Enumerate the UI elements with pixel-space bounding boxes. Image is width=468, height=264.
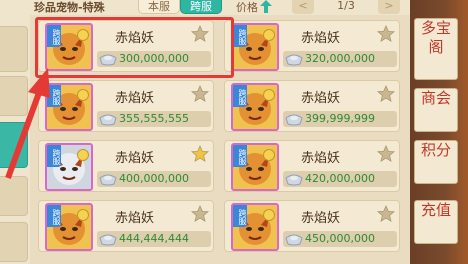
pet-name: 赤焰妖 [115, 211, 155, 226]
silver-ingot-icon [99, 174, 117, 186]
price-bar: 400,000,000 [97, 171, 211, 187]
cross-server-badge: 跨服 [47, 205, 61, 227]
cross-server-badge: 跨服 [233, 145, 247, 167]
cross-server-badge: 跨服 [233, 205, 247, 227]
favorite-star-icon[interactable] [377, 25, 395, 43]
pet-avatar[interactable]: 跨服 [231, 143, 279, 191]
sort-arrow-icon[interactable] [260, 0, 272, 13]
menu-label: 多宝阁 [420, 19, 451, 56]
coin-badge-icon [263, 149, 275, 161]
highlight-box [35, 17, 234, 78]
favorite-star-icon[interactable] [377, 85, 395, 103]
silver-ingot-icon [285, 174, 303, 186]
price-value: 320,000,000 [305, 52, 375, 65]
category-title: 珍品宠物-特殊 [34, 1, 105, 14]
menu-shanghui[interactable]: 商会 [414, 88, 458, 132]
price-value: 444,444,444 [119, 232, 189, 245]
silver-ingot-icon [285, 54, 303, 66]
menu-label: 充值 [420, 201, 451, 219]
pet-name: 赤焰妖 [301, 211, 341, 226]
menu-chongzhi[interactable]: 充值 [414, 200, 458, 244]
listing-card[interactable]: 跨服 赤焰妖 399,999,999 [224, 80, 400, 132]
coin-badge-icon [263, 29, 275, 41]
pet-avatar[interactable]: 跨服 [45, 203, 93, 251]
prev-page-button[interactable]: < [292, 0, 314, 14]
menu-duobaoge[interactable]: 多宝阁 [414, 18, 458, 80]
silver-ingot-icon [285, 114, 303, 126]
pet-name: 赤焰妖 [115, 151, 155, 166]
listing-card[interactable]: 跨服 赤焰妖 400,000,000 [38, 140, 214, 192]
price-bar: 450,000,000 [283, 231, 397, 247]
left-tab-5[interactable] [0, 222, 28, 262]
coin-badge-icon [77, 89, 89, 101]
price-value: 420,000,000 [305, 172, 375, 185]
listing-card[interactable]: 跨服 赤焰妖 450,000,000 [224, 200, 400, 252]
cross-server-badge: 跨服 [233, 25, 247, 47]
listing-card[interactable]: 跨服 赤焰妖 444,444,444 [38, 200, 214, 252]
pet-name: 赤焰妖 [301, 31, 341, 46]
listing-card[interactable]: 跨服 赤焰妖 420,000,000 [224, 140, 400, 192]
coin-badge-icon [263, 209, 275, 221]
pager: < 1/3 > [292, 0, 400, 14]
favorite-star-icon[interactable] [191, 145, 209, 163]
tab-cross-server[interactable]: 跨服 [180, 0, 222, 14]
cross-server-badge: 跨服 [233, 85, 247, 107]
annotation-arrow-icon [5, 68, 50, 180]
right-menu: 多宝阁 商会 积分 充值 [410, 0, 468, 264]
price-bar: 444,444,444 [97, 231, 211, 247]
page-indicator: 1/3 [337, 0, 355, 12]
pet-avatar[interactable]: 跨服 [231, 83, 279, 131]
coin-badge-icon [263, 89, 275, 101]
price-bar: 355,555,555 [97, 111, 211, 127]
favorite-star-icon[interactable] [377, 145, 395, 163]
pet-name: 赤焰妖 [115, 91, 155, 106]
menu-jifen[interactable]: 积分 [414, 140, 458, 184]
left-tab-4[interactable] [0, 176, 28, 216]
pet-name: 赤焰妖 [301, 91, 341, 106]
menu-label: 积分 [420, 141, 451, 159]
favorite-star-icon[interactable] [377, 205, 395, 223]
price-sort-label[interactable]: 价格 [236, 0, 258, 15]
tab-local-server[interactable]: 本服 [138, 0, 180, 14]
next-page-button[interactable]: > [378, 0, 400, 14]
price-value: 399,999,999 [305, 112, 375, 125]
price-bar: 420,000,000 [283, 171, 397, 187]
price-value: 450,000,000 [305, 232, 375, 245]
top-bar: 珍品宠物-特殊 本服 跨服 价格 < 1/3 > [30, 0, 410, 15]
favorite-star-icon[interactable] [191, 205, 209, 223]
silver-ingot-icon [99, 114, 117, 126]
silver-ingot-icon [99, 234, 117, 246]
listing-card[interactable]: 跨服 赤焰妖 355,555,555 [38, 80, 214, 132]
price-value: 355,555,555 [119, 112, 189, 125]
menu-label: 商会 [420, 89, 451, 107]
silver-ingot-icon [285, 234, 303, 246]
price-bar: 399,999,999 [283, 111, 397, 127]
pet-name: 赤焰妖 [301, 151, 341, 166]
coin-badge-icon [77, 209, 89, 221]
pet-avatar[interactable]: 跨服 [231, 203, 279, 251]
listing-card[interactable]: 跨服 赤焰妖 320,000,000 [224, 20, 400, 72]
pet-avatar[interactable]: 跨服 [231, 23, 279, 71]
price-value: 400,000,000 [119, 172, 189, 185]
coin-badge-icon [77, 149, 89, 161]
price-bar: 320,000,000 [283, 51, 397, 67]
favorite-star-icon[interactable] [191, 85, 209, 103]
